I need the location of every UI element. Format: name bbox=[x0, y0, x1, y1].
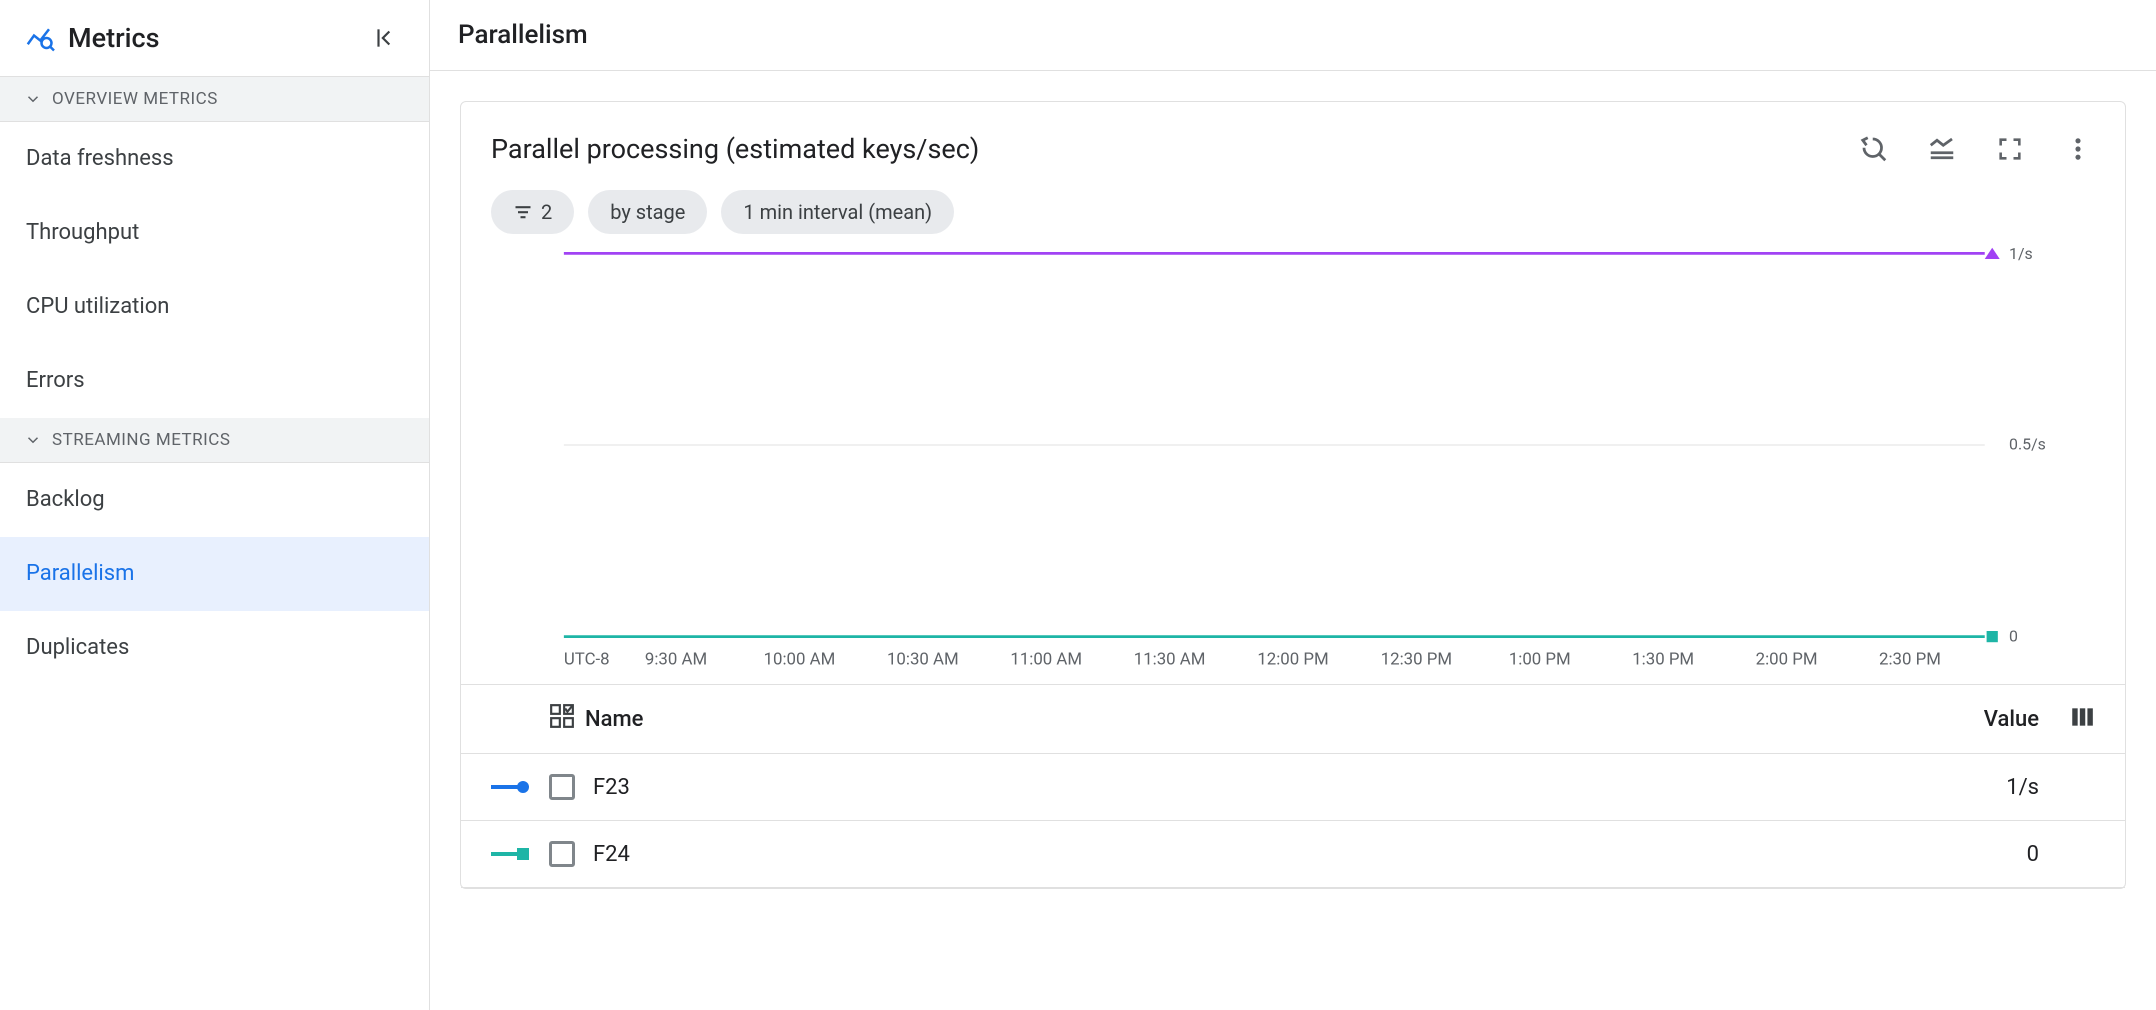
legend-checkbox-f23[interactable] bbox=[549, 774, 575, 800]
svg-text:11:30 AM: 11:30 AM bbox=[1134, 650, 1206, 670]
sidebar-item-backlog[interactable]: Backlog bbox=[0, 463, 429, 537]
select-all-icon[interactable] bbox=[549, 703, 575, 735]
legend-row: F23 1/s bbox=[461, 754, 2125, 821]
svg-text:12:00 PM: 12:00 PM bbox=[1257, 650, 1328, 670]
svg-text:2:30 PM: 2:30 PM bbox=[1879, 650, 1941, 670]
y-tick-label: 0 bbox=[2009, 626, 2018, 645]
series-color-f23 bbox=[491, 777, 531, 797]
svg-text:10:30 AM: 10:30 AM bbox=[887, 650, 959, 670]
svg-text:2:00 PM: 2:00 PM bbox=[1756, 650, 1818, 670]
y-tick-label: 1/s bbox=[2009, 244, 2033, 263]
svg-text:9:30 AM: 9:30 AM bbox=[645, 650, 707, 670]
reset-zoom-button[interactable] bbox=[1857, 132, 1891, 166]
sidebar: Metrics OVERVIEW METRICS Data freshness … bbox=[0, 0, 430, 1010]
metrics-icon bbox=[24, 23, 54, 53]
svg-text:12:30 PM: 12:30 PM bbox=[1381, 650, 1452, 670]
legend-value-header: Value bbox=[1984, 707, 2039, 732]
legend-name: F24 bbox=[593, 842, 2009, 867]
toggle-legend-button[interactable] bbox=[1925, 132, 1959, 166]
timezone-label: UTC-8 bbox=[564, 650, 610, 670]
section-label: STREAMING METRICS bbox=[52, 430, 230, 450]
sidebar-item-throughput[interactable]: Throughput bbox=[0, 196, 429, 270]
sidebar-item-cpu-utilization[interactable]: CPU utilization bbox=[0, 270, 429, 344]
svg-text:1:30 PM: 1:30 PM bbox=[1632, 650, 1694, 670]
filter-count: 2 bbox=[541, 200, 552, 224]
group-by-chip[interactable]: by stage bbox=[588, 190, 707, 234]
section-streaming-metrics[interactable]: STREAMING METRICS bbox=[0, 418, 429, 463]
sidebar-item-errors[interactable]: Errors bbox=[0, 344, 429, 418]
sidebar-title: Metrics bbox=[68, 22, 351, 54]
section-overview-metrics[interactable]: OVERVIEW METRICS bbox=[0, 77, 429, 122]
legend-value: 1/s bbox=[2006, 775, 2039, 800]
legend-value: 0 bbox=[2027, 842, 2039, 867]
legend-name-header: Name bbox=[585, 707, 643, 732]
sidebar-item-parallelism[interactable]: Parallelism bbox=[0, 537, 429, 611]
more-options-button[interactable] bbox=[2061, 132, 2095, 166]
page-title: Parallelism bbox=[430, 0, 2156, 71]
y-tick-label: 0.5/s bbox=[2009, 435, 2046, 454]
main-content: Parallelism Parallel processing (estimat… bbox=[430, 0, 2156, 1010]
legend-row: F24 0 bbox=[461, 821, 2125, 888]
filter-chip[interactable]: 2 bbox=[491, 190, 574, 234]
sidebar-header: Metrics bbox=[0, 0, 429, 77]
sidebar-item-data-freshness[interactable]: Data freshness bbox=[0, 122, 429, 196]
series-end-marker-f24 bbox=[1987, 631, 1998, 642]
interval-chip[interactable]: 1 min interval (mean) bbox=[721, 190, 954, 234]
chart-area[interactable]: 1/s 0.5/s 0 UTC-8 9:30 AM 10:00 AM 10:30… bbox=[461, 244, 2125, 674]
chevron-down-icon bbox=[24, 90, 42, 108]
filter-icon bbox=[513, 202, 533, 222]
legend-table: Name Value F23 1/s bbox=[461, 684, 2125, 888]
legend-table-header: Name Value bbox=[461, 685, 2125, 754]
chart-title: Parallel processing (estimated keys/sec) bbox=[491, 133, 1857, 165]
fullscreen-button[interactable] bbox=[1993, 132, 2027, 166]
section-label: OVERVIEW METRICS bbox=[52, 89, 218, 109]
chevron-down-icon bbox=[24, 431, 42, 449]
svg-text:10:00 AM: 10:00 AM bbox=[764, 650, 836, 670]
legend-checkbox-f24[interactable] bbox=[549, 841, 575, 867]
columns-icon[interactable] bbox=[2069, 704, 2095, 734]
series-end-marker-f23 bbox=[1985, 248, 2000, 259]
collapse-sidebar-button[interactable] bbox=[365, 18, 405, 58]
x-axis-ticks: 9:30 AM 10:00 AM 10:30 AM 11:00 AM 11:30… bbox=[645, 650, 1941, 670]
legend-name: F23 bbox=[593, 775, 1988, 800]
sidebar-item-duplicates[interactable]: Duplicates bbox=[0, 611, 429, 685]
svg-text:11:00 AM: 11:00 AM bbox=[1010, 650, 1082, 670]
svg-text:1:00 PM: 1:00 PM bbox=[1509, 650, 1571, 670]
chart-card: Parallel processing (estimated keys/sec) bbox=[460, 101, 2126, 889]
series-color-f24 bbox=[491, 844, 531, 864]
